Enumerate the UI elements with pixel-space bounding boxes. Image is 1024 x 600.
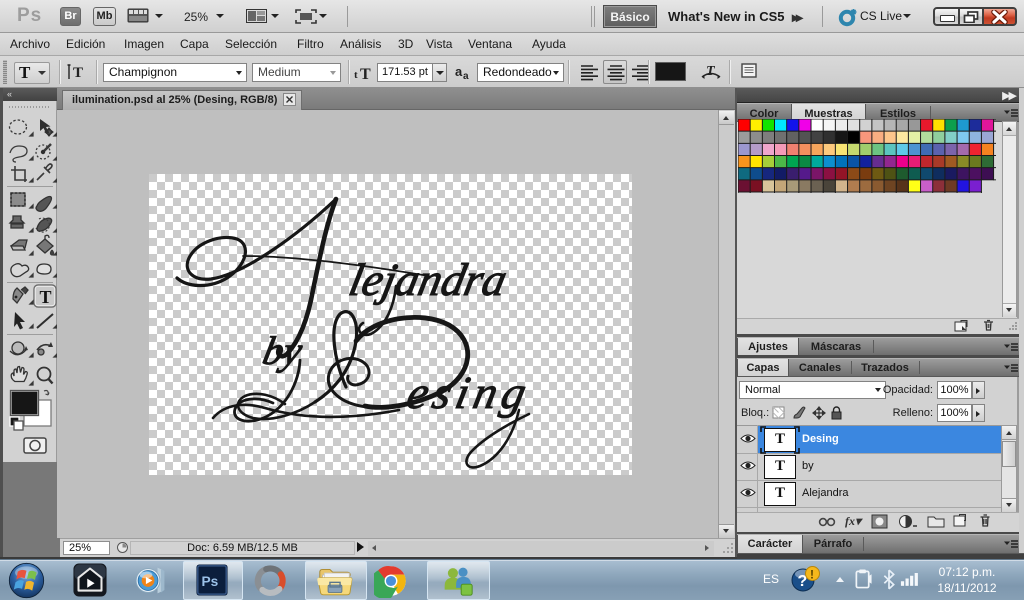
svg-text:a: a bbox=[463, 71, 469, 82]
svg-text:Ps: Ps bbox=[201, 574, 218, 589]
svg-text:!: ! bbox=[810, 568, 814, 582]
svg-text:T: T bbox=[706, 64, 716, 79]
svg-text:a: a bbox=[455, 64, 463, 79]
svg-text:esing: esing bbox=[403, 368, 536, 418]
svg-text:T: T bbox=[40, 287, 52, 307]
svg-text:lejandra: lejandra bbox=[345, 255, 512, 305]
svg-text:t: t bbox=[354, 69, 358, 81]
svg-text:T: T bbox=[360, 66, 371, 82]
svg-text:T: T bbox=[73, 65, 83, 81]
